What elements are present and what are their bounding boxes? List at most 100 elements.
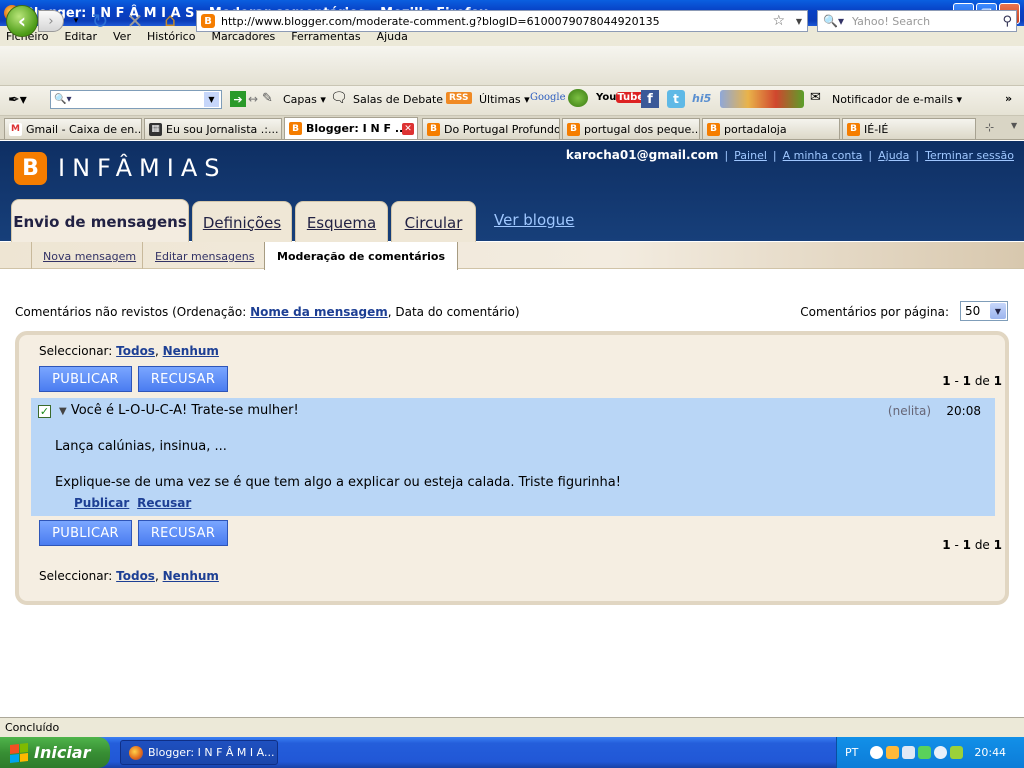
network-icon[interactable]: [902, 746, 916, 759]
language-indicator[interactable]: PT: [845, 746, 858, 759]
navigation-toolbar: [0, 46, 1024, 86]
link-terminar-sessao[interactable]: Terminar sessão: [925, 149, 1014, 162]
select-row-top: Seleccionar: Todos, Nenhum: [39, 344, 219, 358]
url-bar[interactable]: B http://www.blogger.com/moderate-commen…: [196, 10, 808, 32]
comment-author: (nelita): [887, 404, 931, 418]
go-arrow-icon[interactable]: ➔: [230, 91, 246, 107]
ultimas-menu[interactable]: Últimas ▾: [479, 93, 530, 106]
url-text: http://www.blogger.com/moderate-comment.…: [221, 14, 660, 28]
tray-app-icon[interactable]: [886, 746, 900, 759]
blogger-icon: B: [289, 122, 302, 135]
menu-historico[interactable]: Histórico: [147, 30, 195, 43]
messenger-icon[interactable]: [918, 746, 932, 759]
all-tabs-icon[interactable]: ⊹: [985, 121, 994, 134]
comment-title[interactable]: ▼ Você é L-O-U-C-A! Trate-se mulher!: [59, 403, 299, 418]
tray-d-icon[interactable]: [950, 746, 964, 759]
publish-button-bottom[interactable]: PUBLICAR: [39, 520, 132, 546]
publish-button[interactable]: PUBLICAR: [39, 366, 132, 392]
close-tab-icon[interactable]: ✕: [402, 122, 414, 135]
blog-name: INFÂMIAS: [58, 154, 227, 182]
reject-button-bottom[interactable]: RECUSAR: [138, 520, 228, 546]
tab-gmail[interactable]: M Gmail - Caixa de en...: [4, 118, 142, 139]
facebook-icon[interactable]: f: [641, 90, 659, 108]
status-text: Concluído: [5, 721, 60, 734]
frog-icon[interactable]: [568, 89, 588, 107]
search-go-icon[interactable]: ⚲: [1002, 14, 1012, 29]
search-bar[interactable]: 🔍▾ Yahoo! Search ⚲: [817, 10, 1017, 32]
start-button[interactable]: Iniciar: [0, 737, 110, 768]
sub-navigation: [0, 242, 1024, 269]
tab-list-dropdown-icon[interactable]: ▼: [1011, 121, 1017, 130]
toolbar-overflow-icon[interactable]: »: [1005, 92, 1012, 105]
youtube-icon[interactable]: YouTube: [596, 92, 646, 103]
tab-portugal-pequeninos[interactable]: B portugal dos peque...: [562, 118, 700, 139]
tray-arrow-icon[interactable]: [870, 746, 884, 759]
comment-item: ✓ ▼ Você é L-O-U-C-A! Trate-se mulher! (…: [31, 398, 995, 516]
comment-publish-link[interactable]: Publicar: [74, 496, 129, 510]
select-none-link-bottom[interactable]: Nenhum: [163, 569, 219, 583]
blogger-icon: B: [427, 122, 440, 136]
reject-button[interactable]: RECUSAR: [138, 366, 228, 392]
blogger-icon: B: [847, 122, 860, 136]
page-icon: ▦: [149, 122, 162, 136]
per-page-select[interactable]: 50 ▼: [960, 301, 1008, 321]
toolbar-search-dropdown-icon[interactable]: ▼: [204, 92, 219, 107]
select-all-link-bottom[interactable]: Todos: [116, 569, 155, 583]
comment-reject-link[interactable]: Recusar: [137, 496, 191, 510]
sort-by-post-name-link[interactable]: Nome da mensagem: [250, 305, 388, 319]
social-icons-group[interactable]: [720, 90, 804, 108]
url-dropdown-icon[interactable]: ▼: [796, 17, 802, 26]
link-ajuda[interactable]: Ajuda: [878, 149, 909, 162]
back-button[interactable]: ‹: [6, 5, 38, 37]
forward-button[interactable]: ›: [38, 10, 64, 32]
bookmark-star-icon[interactable]: ☆: [772, 13, 785, 29]
tab-circular[interactable]: Circular: [391, 201, 476, 243]
tab-envio-de-mensagens[interactable]: Envio de mensagens: [11, 199, 189, 243]
blogger-logo-icon[interactable]: B: [14, 152, 47, 185]
tab-esquema[interactable]: Esquema: [295, 201, 388, 243]
windows-logo-icon: [10, 742, 28, 763]
hi5-icon[interactable]: hi5: [692, 92, 711, 105]
status-bar: Concluído: [0, 717, 1024, 737]
rss-icon[interactable]: RSS: [446, 92, 472, 104]
chat-icon[interactable]: [934, 746, 948, 759]
tab-definicoes[interactable]: Definições: [192, 201, 292, 243]
pager-bottom: 1 - 1 de 1: [942, 538, 1002, 552]
firefox-icon: [129, 745, 143, 760]
search-engine-icon[interactable]: 🔍▾: [823, 14, 844, 28]
user-email: karocha01@gmail.com: [565, 148, 719, 162]
home-icon[interactable]: ⌂: [160, 10, 180, 31]
history-dropdown-icon[interactable]: ▾: [66, 16, 86, 26]
link-minha-conta[interactable]: A minha conta: [783, 149, 863, 162]
capas-menu[interactable]: Capas ▾: [283, 93, 326, 106]
ver-blogue-link[interactable]: Ver blogue: [494, 211, 574, 229]
email-notifier-menu[interactable]: Notificador de e-mails ▾: [832, 93, 962, 106]
select-all-link[interactable]: Todos: [116, 344, 155, 358]
comment-checkbox[interactable]: ✓: [38, 405, 51, 418]
stop-icon[interactable]: ✕: [125, 9, 145, 33]
twitter-icon[interactable]: t: [667, 90, 685, 108]
subtab-moderacao-comentarios[interactable]: Moderação de comentários: [264, 242, 458, 270]
expand-triangle-icon[interactable]: ▼: [59, 406, 67, 417]
reload-icon[interactable]: ↻: [90, 9, 110, 33]
system-tray: PT 20:44: [836, 737, 1024, 768]
comment-body-line1: Lança calúnias, insinua, ...: [55, 439, 227, 454]
toolbar-logo-icon[interactable]: ✒▾: [8, 92, 27, 108]
tab-portugal-profundo[interactable]: B Do Portugal Profundo: [422, 118, 560, 139]
blogger-icon: B: [707, 122, 720, 136]
subtab-nova-mensagem[interactable]: Nova mensagem: [43, 250, 136, 263]
tab-portadaloja[interactable]: B portadaloja: [702, 118, 840, 139]
link-painel[interactable]: Painel: [734, 149, 767, 162]
google-icon[interactable]: Google: [530, 92, 566, 103]
tab-ie-ie[interactable]: B IÉ-IÉ: [842, 118, 976, 139]
tab-blogger-active[interactable]: B Blogger: I N F ... ✕: [284, 117, 418, 139]
select-row-bottom: Seleccionar: Todos, Nenhum: [39, 569, 219, 583]
tab-jornalista[interactable]: ▦ Eu sou Jornalista .:...: [144, 118, 282, 139]
toolbar-search-input[interactable]: 🔍▾ ▼: [50, 90, 222, 109]
taskbar-firefox-item[interactable]: Blogger: I N F Â M I A...: [120, 740, 278, 765]
gmail-icon: M: [9, 122, 22, 136]
subtab-editar-mensagens[interactable]: Editar mensagens: [155, 250, 254, 263]
select-none-link[interactable]: Nenhum: [163, 344, 219, 358]
salas-de-debate-menu[interactable]: Salas de Debate ▾: [353, 93, 452, 106]
comment-body-line2: Explique-se de uma vez se é que tem algo…: [55, 475, 621, 490]
